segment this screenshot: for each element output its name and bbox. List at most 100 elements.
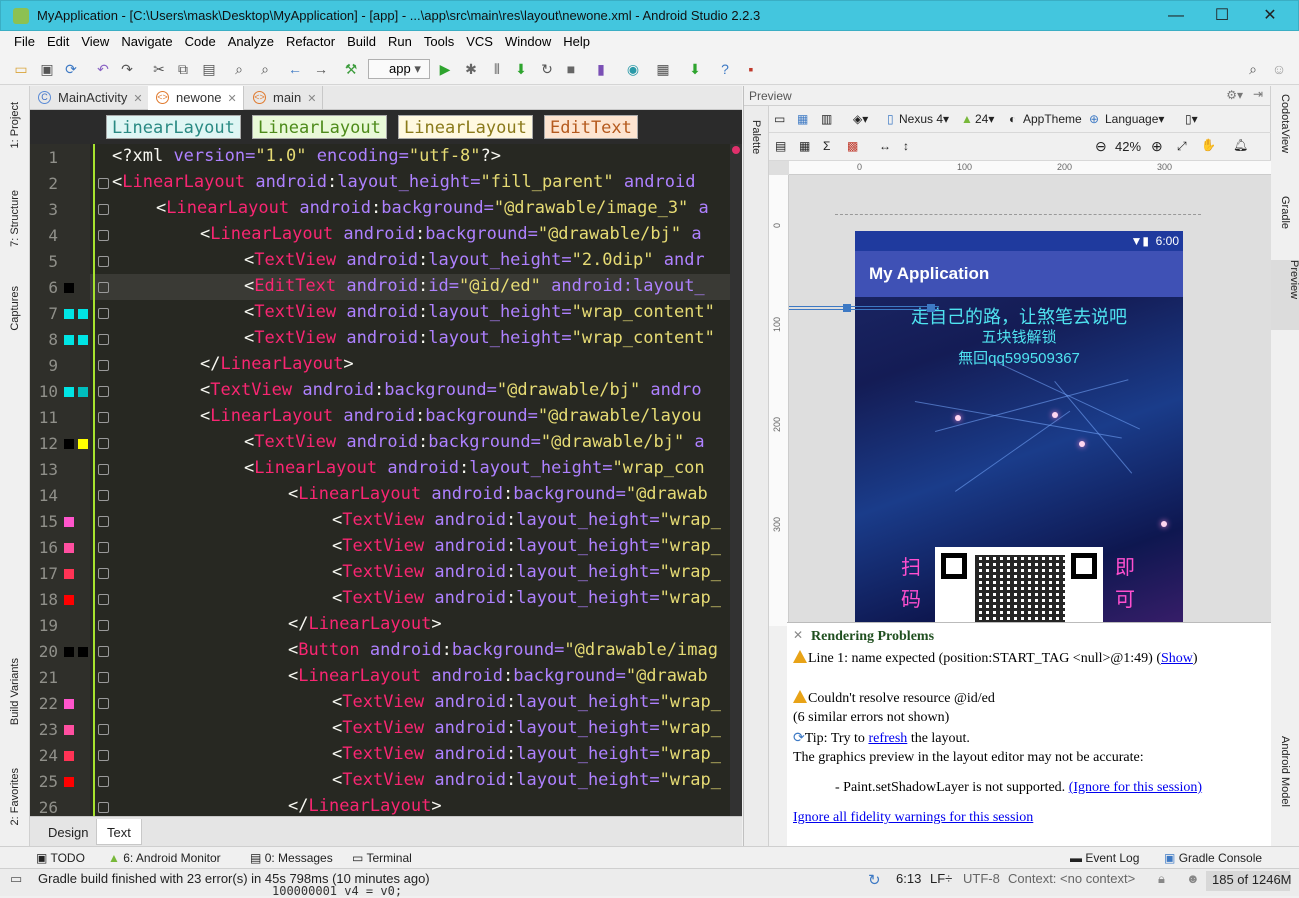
gradle-tool-tab[interactable]: Gradle	[1279, 196, 1291, 229]
close-tab-icon[interactable]: ✕	[133, 93, 142, 105]
color-swatch-icon[interactable]	[78, 387, 88, 397]
fold-marker-icon[interactable]	[98, 750, 109, 761]
paste-icon[interactable]: ▤	[200, 60, 218, 78]
forward-icon[interactable]: →	[312, 60, 330, 78]
favorites-tool-tab[interactable]: 2: Favorites	[9, 768, 21, 825]
design-mode-icon[interactable]: ▭	[774, 112, 785, 126]
device-frame-icon[interactable]: ▯▾	[1185, 112, 1198, 126]
layout-icon[interactable]: ▤	[775, 139, 786, 153]
fold-marker-icon[interactable]	[98, 308, 109, 319]
tab-design[interactable]: Design	[38, 819, 98, 845]
android-device-monitor-icon[interactable]: ▪	[742, 60, 760, 78]
fold-marker-icon[interactable]	[98, 802, 109, 813]
color-swatch-icon[interactable]	[78, 647, 88, 657]
fold-marker-icon[interactable]	[98, 724, 109, 735]
menu-build[interactable]: Build	[341, 31, 382, 49]
color-swatch-icon[interactable]	[64, 309, 74, 319]
structure-tool-tab[interactable]: 7: Structure	[9, 190, 21, 247]
blueprint-mode-icon[interactable]: ▦	[797, 112, 808, 126]
color-swatch-icon[interactable]	[64, 543, 74, 553]
close-button[interactable]: ✕	[1255, 5, 1285, 27]
fold-marker-icon[interactable]	[98, 386, 109, 397]
error-indicator-icon[interactable]	[732, 146, 740, 154]
android-monitor-tool-tab[interactable]: ▲ 6: Android Monitor	[108, 851, 221, 865]
user-icon[interactable]: ☺	[1270, 60, 1288, 78]
color-swatch-icon[interactable]	[64, 517, 74, 527]
color-swatch-icon[interactable]	[64, 595, 74, 605]
hide-panel-icon[interactable]: ⇥	[1253, 87, 1263, 101]
ignore-session-link[interactable]: (Ignore for this session)	[1069, 780, 1202, 795]
todo-tool-tab[interactable]: ▣ TODO	[36, 851, 85, 865]
menu-window[interactable]: Window	[499, 31, 557, 49]
android-model-tool-tab[interactable]: Android Model	[1279, 736, 1291, 807]
cut-icon[interactable]: ✂	[150, 60, 168, 78]
replace-icon[interactable]: ⌕	[256, 60, 274, 78]
fold-marker-icon[interactable]	[98, 698, 109, 709]
menu-tools[interactable]: Tools	[418, 31, 460, 49]
fold-marker-icon[interactable]	[98, 178, 109, 189]
ignore-all-link[interactable]: Ignore all fidelity warnings for this se…	[793, 810, 1033, 825]
run-config-select[interactable]: app ▾	[368, 59, 430, 79]
avd-manager-icon[interactable]: ▮	[592, 60, 610, 78]
save-icon[interactable]: ▣	[38, 60, 56, 78]
codota-tool-tab[interactable]: CodotaView	[1279, 94, 1291, 153]
inspector-icon[interactable]: ☻	[1186, 871, 1200, 886]
fold-marker-icon[interactable]	[98, 412, 109, 423]
fold-marker-icon[interactable]	[98, 464, 109, 475]
line-separator[interactable]: LF÷	[930, 871, 952, 886]
color-swatch-icon[interactable]	[78, 309, 88, 319]
menu-analyze[interactable]: Analyze	[222, 31, 280, 49]
tab-main[interactable]: <> main ✕	[245, 86, 324, 110]
error-grid-icon[interactable]: ▩	[847, 139, 858, 153]
debug-icon[interactable]: ✱	[462, 60, 480, 78]
fold-marker-icon[interactable]	[98, 230, 109, 241]
sigma-icon[interactable]: Σ	[823, 139, 830, 153]
status-toggle-icon[interactable]: ▭	[10, 871, 22, 887]
fold-marker-icon[interactable]	[98, 490, 109, 501]
fold-marker-icon[interactable]	[98, 334, 109, 345]
run-icon[interactable]: ▶	[436, 60, 454, 78]
tab-text[interactable]: Text	[96, 819, 142, 845]
color-swatch-icon[interactable]	[64, 699, 74, 709]
fold-marker-icon[interactable]	[98, 282, 109, 293]
selection-handle[interactable]	[927, 304, 935, 312]
stop-icon[interactable]: ■	[562, 60, 580, 78]
fold-marker-icon[interactable]	[98, 776, 109, 787]
sync-icon[interactable]: ⟳	[62, 60, 80, 78]
menu-navigate[interactable]: Navigate	[115, 31, 178, 49]
menu-view[interactable]: View	[75, 31, 115, 49]
event-log-tool-tab[interactable]: ▬ Event Log	[1070, 851, 1139, 865]
undo-icon[interactable]: ↶	[94, 60, 112, 78]
color-swatch-icon[interactable]	[64, 283, 74, 293]
fold-marker-icon[interactable]	[98, 438, 109, 449]
messages-tool-tab[interactable]: ▤ 0: Messages	[250, 851, 333, 865]
lock-icon[interactable]: 🔒︎	[1158, 871, 1165, 887]
close-tab-icon[interactable]: ✕	[228, 93, 237, 105]
menu-edit[interactable]: Edit	[41, 31, 75, 49]
color-swatch-icon[interactable]	[64, 439, 74, 449]
menu-refactor[interactable]: Refactor	[280, 31, 341, 49]
color-swatch-icon[interactable]	[64, 387, 74, 397]
open-folder-icon[interactable]: ▭	[12, 60, 30, 78]
tab-newone[interactable]: <> newone ✕	[148, 86, 244, 110]
fold-marker-icon[interactable]	[98, 542, 109, 553]
color-swatch-icon[interactable]	[78, 335, 88, 345]
zoom-fit-icon[interactable]: ⤢	[1177, 139, 1187, 154]
build-variants-tool-tab[interactable]: Build Variants	[9, 658, 21, 725]
show-link[interactable]: Show	[1161, 651, 1193, 666]
memory-indicator[interactable]: 185 of 1246M	[1206, 871, 1292, 891]
cursor-position[interactable]: 6:13	[896, 871, 921, 886]
find-icon[interactable]: ⌕	[230, 60, 248, 78]
captures-tool-tab[interactable]: Captures	[9, 286, 21, 331]
api-select[interactable]: 24▾	[975, 112, 994, 126]
device-select[interactable]: Nexus 4▾	[899, 112, 949, 126]
color-swatch-icon[interactable]	[64, 335, 74, 345]
pan-icon[interactable]: ✋	[1201, 138, 1216, 152]
apply-changes-icon[interactable]: ↻	[538, 60, 556, 78]
profile-icon[interactable]: ⫴	[488, 60, 506, 78]
refresh-link[interactable]: refresh	[868, 731, 907, 746]
error-stripe[interactable]	[730, 144, 742, 816]
sdk-sync-icon[interactable]: ◉	[624, 60, 642, 78]
design-canvas[interactable]: 0 100 200 300 0 100 200 300 ▼▮ 6:00 My A…	[769, 161, 1271, 626]
color-swatch-icon[interactable]	[64, 725, 74, 735]
